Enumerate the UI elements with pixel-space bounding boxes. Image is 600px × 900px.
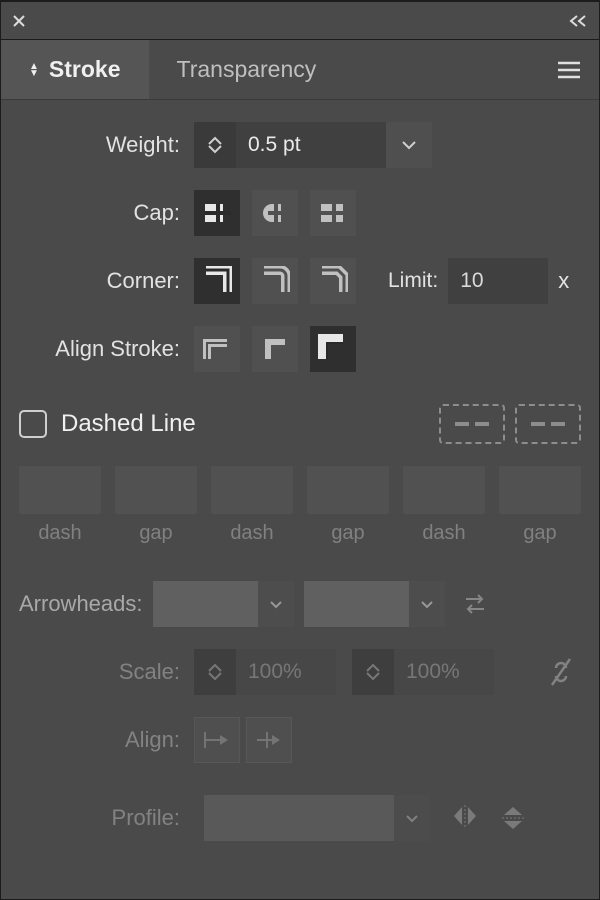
gap-field-3[interactable]: [499, 466, 581, 514]
tab-label-stroke: Stroke: [49, 56, 121, 83]
align-stroke-outside-button[interactable]: [310, 326, 356, 372]
scale-label: Scale:: [19, 659, 194, 685]
scale-end-step-buttons[interactable]: [352, 649, 394, 695]
corner-miter-button[interactable]: [194, 258, 240, 304]
gap-label-2: gap: [331, 522, 364, 545]
dash-field-3[interactable]: [403, 466, 485, 514]
arrowhead-end-dropdown[interactable]: [304, 581, 445, 627]
arrow-align-row: Align:: [19, 717, 581, 763]
weight-dropdown[interactable]: [386, 122, 432, 168]
scale-link-button[interactable]: [541, 655, 581, 689]
dash-label-2: dash: [230, 522, 273, 545]
weight-stepper[interactable]: 0.5 pt: [194, 122, 432, 168]
cap-butt-button[interactable]: [194, 190, 240, 236]
arrowheads-row: Arrowheads:: [19, 581, 581, 627]
scale-start-stepper[interactable]: 100%: [194, 649, 336, 695]
scale-start-step-buttons[interactable]: [194, 649, 236, 695]
collapse-icon[interactable]: [567, 14, 589, 28]
profile-dropdown[interactable]: [204, 795, 430, 841]
arrowheads-label: Arrowheads:: [19, 591, 143, 617]
dashed-line-row: Dashed Line: [19, 404, 581, 444]
arrow-scale-row: Scale: 100% 100%: [19, 649, 581, 695]
corner-label: Corner:: [19, 268, 194, 294]
dash-field-1[interactable]: [19, 466, 101, 514]
scale-end-stepper[interactable]: 100%: [352, 649, 494, 695]
tab-stroke[interactable]: ▲▼ Stroke: [1, 40, 149, 99]
tab-bar: ▲▼ Stroke Transparency: [1, 40, 599, 100]
gap-label-1: gap: [139, 522, 172, 545]
dash-gap-grid: dash gap dash gap dash gap: [19, 466, 581, 545]
arrowhead-start-dropdown[interactable]: [153, 581, 294, 627]
tab-label-transparency: Transparency: [177, 56, 317, 83]
cap-row: Cap:: [19, 190, 581, 236]
dashed-line-checkbox[interactable]: [19, 410, 47, 438]
scale-end-field[interactable]: 100%: [394, 649, 494, 695]
align-stroke-label: Align Stroke:: [19, 336, 194, 362]
corner-bevel-button[interactable]: [310, 258, 356, 304]
arrow-align-extend-button[interactable]: [194, 717, 240, 763]
limit-suffix: x: [558, 268, 569, 294]
gap-label-3: gap: [523, 522, 556, 545]
scale-start-field[interactable]: 100%: [236, 649, 336, 695]
chevron-down-icon: [409, 581, 445, 627]
panel-titlebar: [1, 2, 599, 40]
align-stroke-row: Align Stroke:: [19, 326, 581, 372]
tab-transparency[interactable]: Transparency: [149, 40, 345, 99]
dash-field-2[interactable]: [211, 466, 293, 514]
dashed-line-label: Dashed Line: [61, 410, 196, 438]
align-stroke-inside-button[interactable]: [252, 326, 298, 372]
cap-projecting-button[interactable]: [310, 190, 356, 236]
cap-label: Cap:: [19, 200, 194, 226]
weight-field[interactable]: 0.5 pt: [236, 122, 386, 168]
chevron-down-icon: [394, 795, 430, 841]
weight-step-buttons[interactable]: [194, 122, 236, 168]
dash-mode-group: [439, 404, 581, 444]
stroke-panel-cycle-icon: ▲▼: [29, 63, 39, 77]
profile-row: Profile:: [19, 795, 581, 841]
chevron-down-icon: [258, 581, 294, 627]
gap-field-1[interactable]: [115, 466, 197, 514]
swap-arrows-icon: [462, 592, 488, 616]
panel-menu-icon[interactable]: [539, 40, 599, 99]
profile-label: Profile:: [19, 805, 194, 831]
stroke-panel: ▲▼ Stroke Transparency Weight: 0.5 pt: [0, 0, 600, 900]
dash-align-corners-button[interactable]: [515, 404, 581, 444]
limit-field[interactable]: 10: [448, 258, 548, 304]
limit-label: Limit:: [388, 269, 438, 293]
weight-row: Weight: 0.5 pt: [19, 122, 581, 168]
flip-vertical-icon[interactable]: [500, 803, 526, 833]
align-stroke-center-button[interactable]: [194, 326, 240, 372]
dash-preserve-exact-button[interactable]: [439, 404, 505, 444]
link-icon: [548, 655, 574, 689]
miter-limit-group: Limit: 10 x: [388, 258, 569, 304]
corner-row: Corner: Limit:: [19, 258, 581, 304]
close-icon[interactable]: [11, 13, 27, 29]
flip-horizontal-icon[interactable]: [450, 803, 480, 829]
swap-arrowheads-button[interactable]: [455, 581, 495, 627]
arrow-align-place-button[interactable]: [246, 717, 292, 763]
weight-label: Weight:: [19, 132, 194, 158]
dash-label-3: dash: [422, 522, 465, 545]
cap-round-button[interactable]: [252, 190, 298, 236]
gap-field-2[interactable]: [307, 466, 389, 514]
dash-label-1: dash: [38, 522, 81, 545]
arrow-align-label: Align:: [19, 727, 194, 753]
corner-round-button[interactable]: [252, 258, 298, 304]
